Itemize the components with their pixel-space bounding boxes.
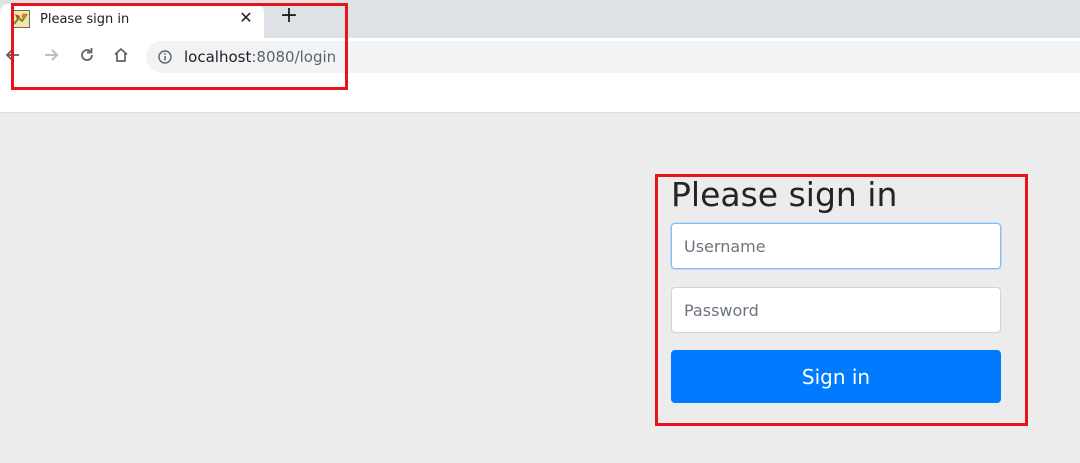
url-host: localhost — [184, 48, 252, 66]
app-favicon-icon — [12, 10, 30, 28]
username-input[interactable] — [671, 223, 1001, 269]
home-button[interactable] — [108, 42, 134, 68]
arrow-right-icon — [45, 49, 59, 61]
password-input[interactable] — [671, 287, 1001, 333]
home-icon — [114, 47, 128, 62]
address-bar[interactable]: localhost:8080/login — [146, 41, 1080, 73]
login-form: Please sign in Sign in — [671, 170, 1001, 403]
close-icon[interactable]: ✕ — [236, 8, 256, 28]
reload-button[interactable] — [74, 42, 100, 68]
page-header-area — [0, 75, 1080, 113]
arrow-left-icon — [5, 49, 19, 61]
url-text: localhost:8080/login — [184, 48, 336, 66]
back-button[interactable] — [0, 42, 26, 68]
forward-button[interactable] — [38, 42, 64, 68]
tab-strip: Please sign in ✕ + — [0, 0, 1080, 38]
page-title: Please sign in — [671, 175, 898, 214]
tab-title: Please sign in — [40, 12, 130, 27]
new-tab-button[interactable]: + — [276, 4, 302, 30]
sign-in-button[interactable]: Sign in — [671, 350, 1001, 403]
browser-toolbar: localhost:8080/login — [0, 38, 1080, 75]
browser-tab[interactable]: Please sign in ✕ — [0, 4, 264, 38]
url-path: :8080/login — [251, 48, 337, 66]
info-icon[interactable] — [158, 50, 172, 64]
reload-icon — [81, 48, 93, 61]
